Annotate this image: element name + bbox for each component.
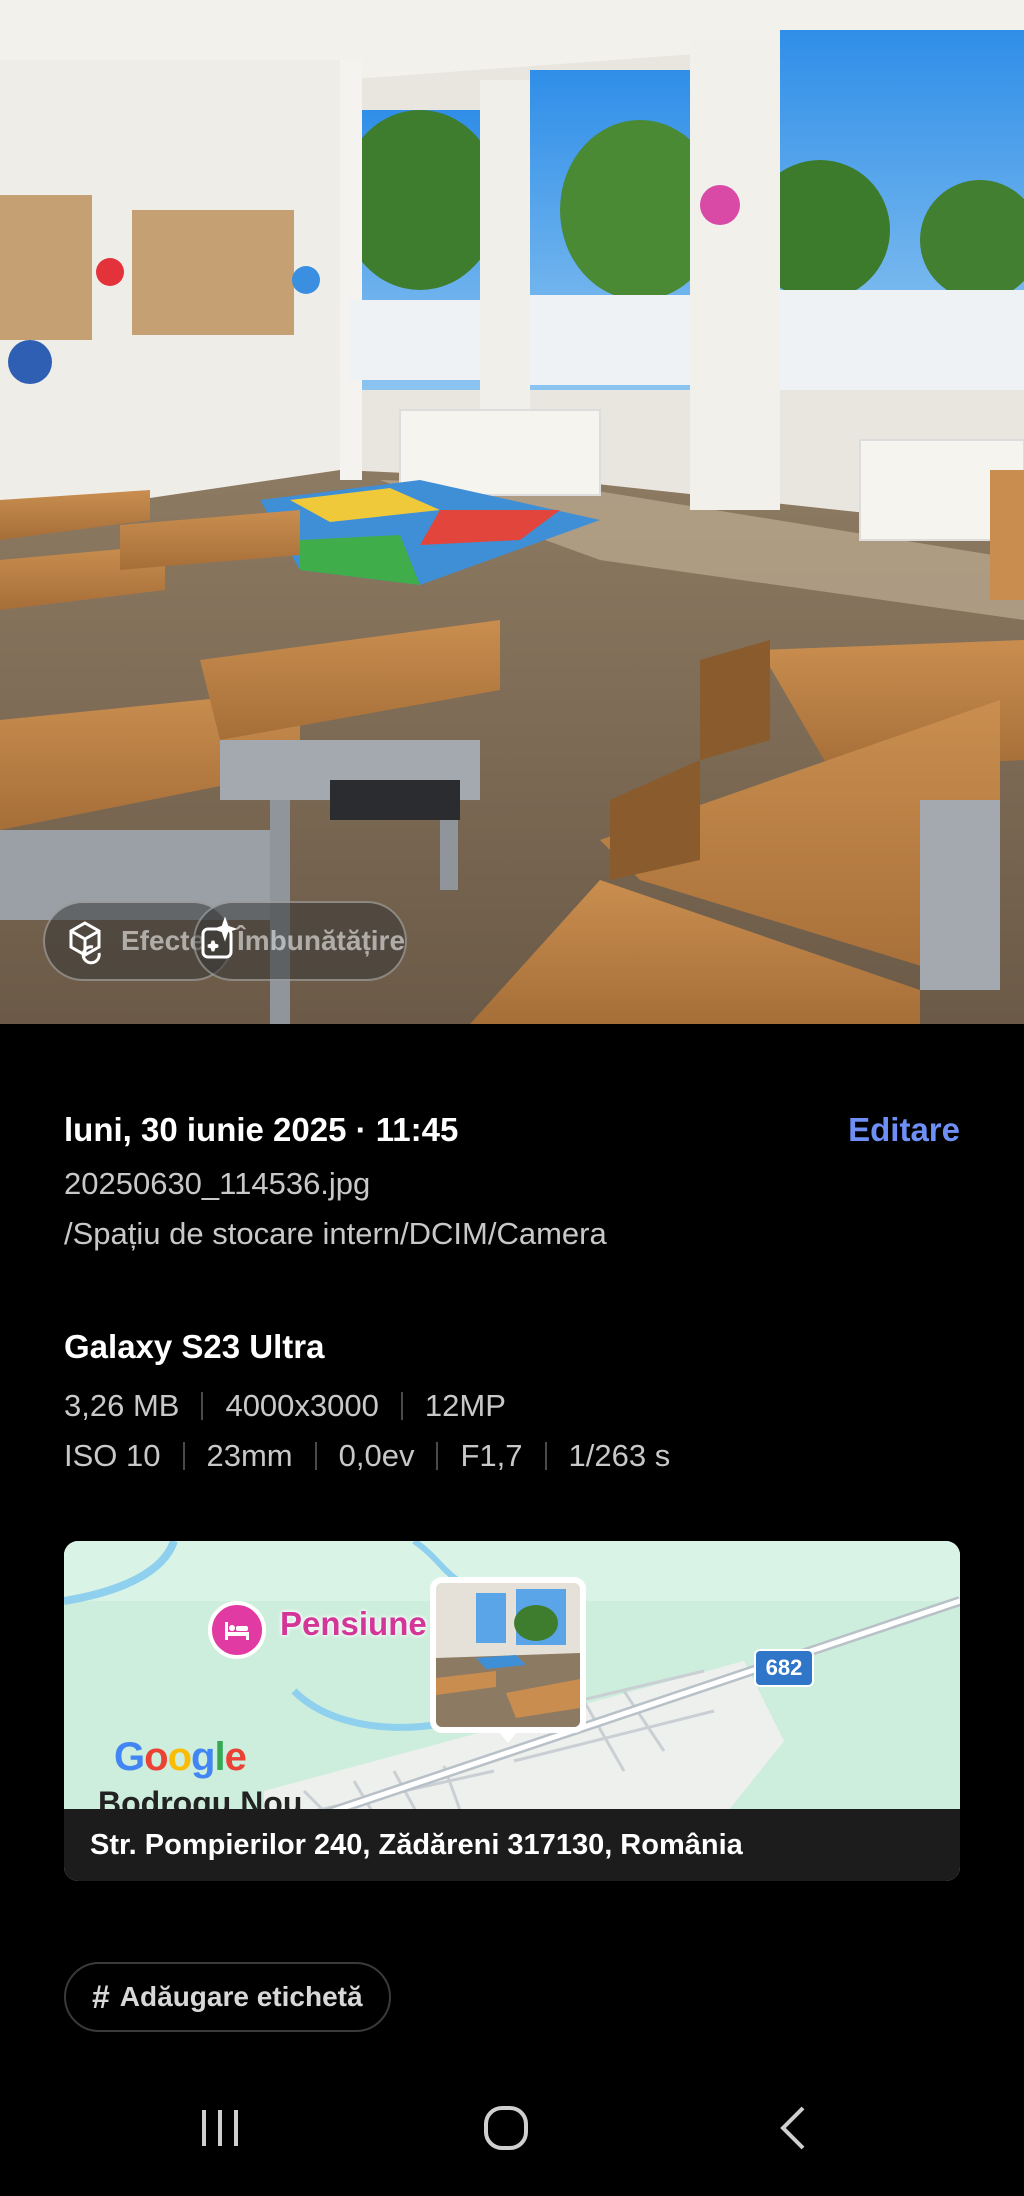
back-icon xyxy=(775,2104,809,2157)
file-path: /Spațiu de stocare intern/DCIM/Camera xyxy=(64,1216,607,1251)
resolution: 4000x3000 xyxy=(225,1388,379,1423)
exposure-value: 0,0ev xyxy=(338,1438,415,1473)
poi-label: Pensiune xyxy=(280,1605,427,1642)
file-name: 20250630_114536.jpg xyxy=(64,1166,371,1201)
edit-button[interactable]: Editare xyxy=(848,1111,960,1149)
divider xyxy=(201,1392,204,1420)
photo-location-thumbnail[interactable] xyxy=(430,1577,586,1733)
hotel-bed-icon[interactable] xyxy=(208,1601,266,1659)
magic-sparkle-icon xyxy=(195,903,243,979)
focal-length: 23mm xyxy=(206,1438,293,1473)
recents-icon xyxy=(198,2108,242,2153)
classroom-photo xyxy=(0,0,1024,1024)
date-row: luni, 30 iunie 2025 · 11:45 Editare xyxy=(64,1108,960,1152)
back-button[interactable] xyxy=(732,2090,852,2170)
iso: ISO 10 xyxy=(64,1438,161,1473)
file-size: 3,26 MB xyxy=(64,1388,180,1423)
hashtag-icon: # xyxy=(92,1978,110,2015)
address-bar[interactable]: Str. Pompierilor 240, Zădăreni 317130, R… xyxy=(64,1809,960,1881)
shutter-speed: 1/263 s xyxy=(568,1438,671,1473)
divider xyxy=(544,1442,547,1470)
date-time: luni, 30 iunie 2025 · 11:45 xyxy=(64,1111,459,1148)
divider xyxy=(400,1392,403,1420)
megapixels: 12MP xyxy=(424,1388,506,1423)
enhance-chip-label: Îmbunătățire xyxy=(237,925,406,956)
device-name: Galaxy S23 Ultra xyxy=(64,1328,325,1365)
photo-viewer[interactable]: Efecte Îmbunătățire xyxy=(0,0,1024,1024)
home-button[interactable] xyxy=(446,2090,566,2170)
enhance-chip[interactable]: Îmbunătățire xyxy=(193,901,407,981)
spec-row-camera: ISO 10 23mm 0,0ev F1,7 1/263 s xyxy=(64,1436,960,1476)
divider xyxy=(314,1442,317,1470)
cube-sparkle-icon xyxy=(45,903,125,979)
location-map-card[interactable]: Pensiune 682 Google Bodrogu Nou Str. Pom… xyxy=(64,1541,960,1881)
google-logo: Google xyxy=(114,1735,247,1779)
divider xyxy=(436,1442,439,1470)
add-tag-label: Adăugare etichetă xyxy=(119,1981,363,2012)
recents-button[interactable] xyxy=(160,2090,280,2170)
add-tag-button[interactable]: # Adăugare etichetă xyxy=(64,1962,391,2032)
divider xyxy=(182,1442,185,1470)
address-text: Str. Pompierilor 240, Zădăreni 317130, R… xyxy=(90,1828,743,1861)
home-icon xyxy=(482,2104,530,2157)
road-number-badge: 682 xyxy=(754,1649,814,1687)
system-navigation-bar xyxy=(0,2090,1024,2170)
thumbnail-pointer xyxy=(498,1731,518,1743)
spec-row-file: 3,26 MB 4000x3000 12MP xyxy=(64,1386,960,1426)
aperture: F1,7 xyxy=(460,1438,523,1473)
